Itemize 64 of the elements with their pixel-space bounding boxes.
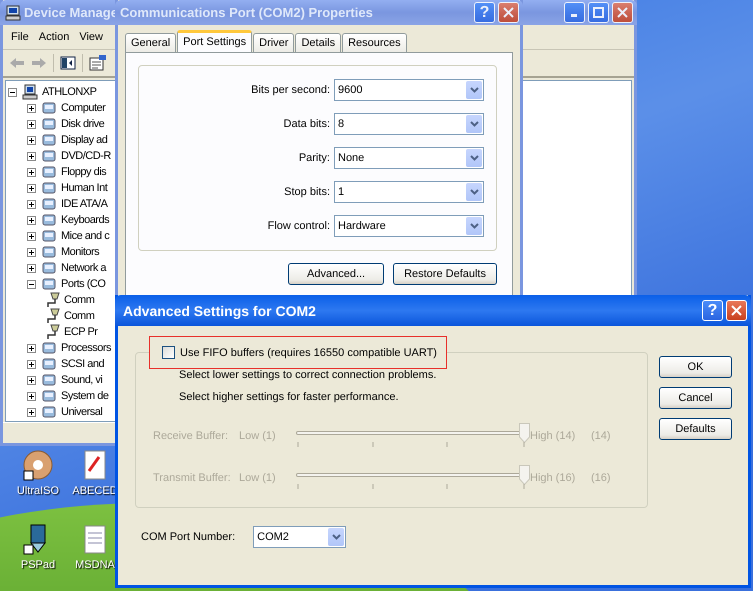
- chevron-icon: [470, 189, 478, 195]
- device-icon: [41, 388, 57, 404]
- dropdown[interactable]: Hardware: [334, 215, 484, 237]
- help-button[interactable]: ?: [702, 300, 723, 321]
- device-icon: [41, 340, 57, 356]
- chevron-icon: [470, 87, 478, 93]
- close-icon: [617, 7, 628, 18]
- disc-icon[interactable]: [22, 449, 54, 481]
- computer-icon: [22, 84, 38, 100]
- dropdown[interactable]: 1: [334, 181, 484, 203]
- slider-max-label: High (16): [530, 472, 576, 484]
- close-icon: [503, 7, 514, 18]
- device-icon: [41, 116, 57, 132]
- chevron-icon: [470, 223, 478, 229]
- device-icon: [41, 244, 57, 260]
- slider-label: Transmit Buffer:: [153, 472, 232, 484]
- dropdown[interactable]: COM2: [253, 526, 346, 548]
- dropdown[interactable]: 9600: [334, 79, 484, 101]
- slider[interactable]: [296, 467, 530, 489]
- device-icon: [41, 148, 57, 164]
- dropdown[interactable]: None: [334, 147, 484, 169]
- field-label: Stop bits:: [283, 186, 330, 198]
- device-icon: [41, 212, 57, 228]
- dialog-button[interactable]: Defaults: [659, 418, 732, 440]
- slider-value: (14): [591, 430, 612, 442]
- field-label: Parity:: [298, 152, 330, 164]
- maximize-icon: [593, 7, 604, 18]
- checkbox-label[interactable]: Use FIFO buffers (requires 16550 compatible UART): [180, 346, 437, 358]
- checkbox[interactable]: [162, 346, 175, 359]
- slider-max-label: High (14): [530, 430, 576, 442]
- window-title: Advanced Settings for COM2: [122, 302, 316, 318]
- dialog-button[interactable]: Cancel: [659, 387, 732, 409]
- device-icon: [41, 164, 57, 180]
- close-button[interactable]: [726, 300, 747, 321]
- field-label: COM Port Number:: [141, 531, 236, 543]
- device-icon: [41, 356, 57, 372]
- slider-label: Receive Buffer:: [153, 430, 230, 442]
- chevron-icon: [470, 121, 478, 127]
- dropdown[interactable]: 8: [334, 113, 484, 135]
- field-label: Data bits:: [282, 118, 330, 130]
- device-icon: [41, 228, 57, 244]
- dialog-button[interactable]: OK: [659, 356, 732, 378]
- slider-min-label: Low (1): [239, 430, 277, 442]
- slider[interactable]: [296, 425, 530, 447]
- device-icon: [41, 180, 57, 196]
- device-icon: [41, 132, 57, 148]
- close-icon: [731, 305, 742, 316]
- slider-value: (16): [591, 472, 612, 484]
- chevron-icon: [470, 155, 478, 161]
- window-title: Communications Port (COM2) Properties: [120, 5, 373, 20]
- device-icon: [41, 260, 57, 276]
- device-icon: [41, 276, 57, 292]
- field-label: Flow control:: [266, 220, 330, 232]
- hint-text: Select lower settings to correct connection problems.: [179, 369, 438, 381]
- computer-icon: [5, 4, 21, 20]
- device-icon: [41, 196, 57, 212]
- hint-text: Select higher settings for faster performance.: [179, 391, 400, 403]
- device-icon: [41, 404, 57, 420]
- field-label: Bits per second:: [250, 84, 330, 96]
- desktop-icon-label[interactable]: UltraISO: [16, 485, 60, 497]
- device-icon: [41, 100, 57, 116]
- chevron-icon: [332, 534, 341, 540]
- device-icon: [41, 372, 57, 388]
- slider-min-label: Low (1): [239, 472, 277, 484]
